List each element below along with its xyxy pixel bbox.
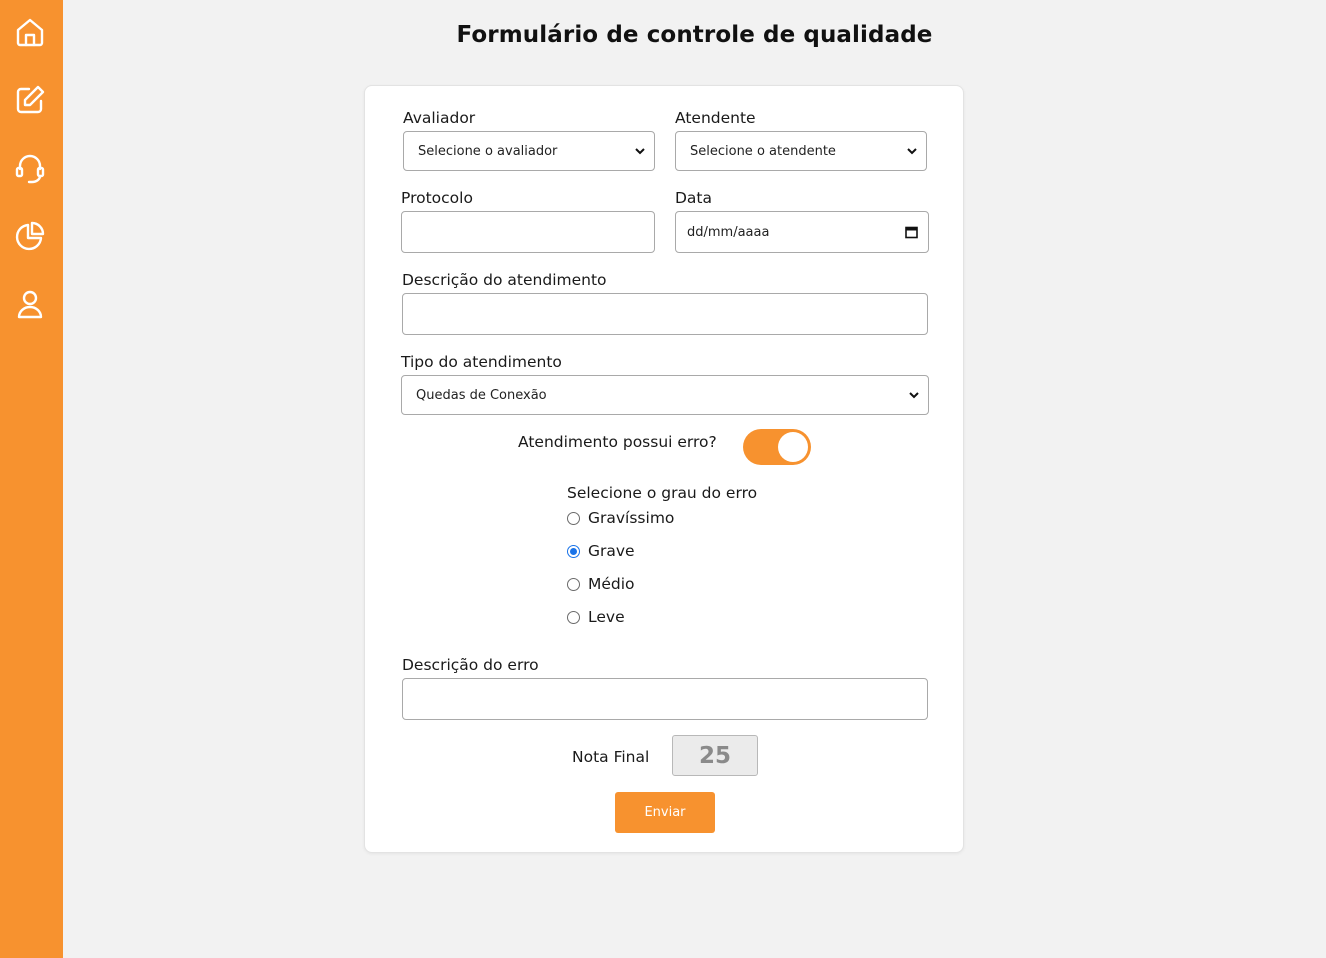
radio-label: Gravíssimo <box>588 509 675 527</box>
sidebar <box>0 0 63 958</box>
data-label: Data <box>675 189 713 207</box>
grau-erro-label: Selecione o grau do erro <box>567 484 758 502</box>
avaliador-select-value: Selecione o avaliador <box>418 143 558 159</box>
possui-erro-toggle[interactable] <box>743 429 811 465</box>
radio-button[interactable] <box>567 577 580 591</box>
user-icon[interactable] <box>12 286 48 322</box>
edit-icon[interactable] <box>12 82 48 118</box>
calendar-icon[interactable] <box>905 226 918 239</box>
radio-medio[interactable]: Médio <box>567 575 635 593</box>
atendente-select[interactable]: Selecione o atendente <box>675 131 927 171</box>
radio-button[interactable] <box>567 544 580 558</box>
avaliador-select[interactable]: Selecione o avaliador <box>403 131 655 171</box>
radio-label: Leve <box>588 608 625 626</box>
page-title: Formulário de controle de qualidade <box>456 22 933 48</box>
tipo-atendimento-label: Tipo do atendimento <box>401 353 562 371</box>
radio-label: Grave <box>588 542 635 560</box>
descricao-erro-label: Descrição do erro <box>402 656 539 674</box>
descricao-erro-input[interactable] <box>402 678 928 720</box>
toggle-knob <box>778 432 808 462</box>
descricao-atendimento-input[interactable] <box>402 293 928 335</box>
home-icon[interactable] <box>12 14 48 50</box>
nota-final-label: Nota Final <box>572 748 650 766</box>
radio-grave[interactable]: Grave <box>567 542 635 560</box>
radio-label: Médio <box>588 575 635 593</box>
nota-final-value: 25 <box>672 735 758 776</box>
tipo-atendimento-value: Quedas de Conexão <box>416 387 547 403</box>
chevron-down-icon <box>909 392 919 399</box>
avaliador-label: Avaliador <box>403 109 476 127</box>
quality-form: Avaliador Selecione o avaliador Atendent… <box>364 85 964 853</box>
protocolo-label: Protocolo <box>401 189 473 207</box>
descricao-atendimento-label: Descrição do atendimento <box>402 271 607 289</box>
radio-gravissimo[interactable]: Gravíssimo <box>567 509 674 527</box>
date-input[interactable]: dd/mm/aaaa <box>675 211 929 253</box>
pie-chart-icon[interactable] <box>12 218 48 254</box>
protocolo-input[interactable] <box>401 211 655 253</box>
date-placeholder: dd/mm/aaaa <box>687 224 770 240</box>
atendente-select-value: Selecione o atendente <box>690 143 836 159</box>
headset-icon[interactable] <box>12 150 48 186</box>
possui-erro-label: Atendimento possui erro? <box>518 433 717 451</box>
chevron-down-icon <box>635 148 645 155</box>
submit-button[interactable]: Enviar <box>615 792 715 833</box>
chevron-down-icon <box>907 148 917 155</box>
tipo-atendimento-select[interactable]: Quedas de Conexão <box>401 375 929 415</box>
radio-button[interactable] <box>567 511 580 525</box>
atendente-label: Atendente <box>675 109 756 127</box>
radio-button[interactable] <box>567 610 580 624</box>
radio-leve[interactable]: Leve <box>567 608 625 626</box>
